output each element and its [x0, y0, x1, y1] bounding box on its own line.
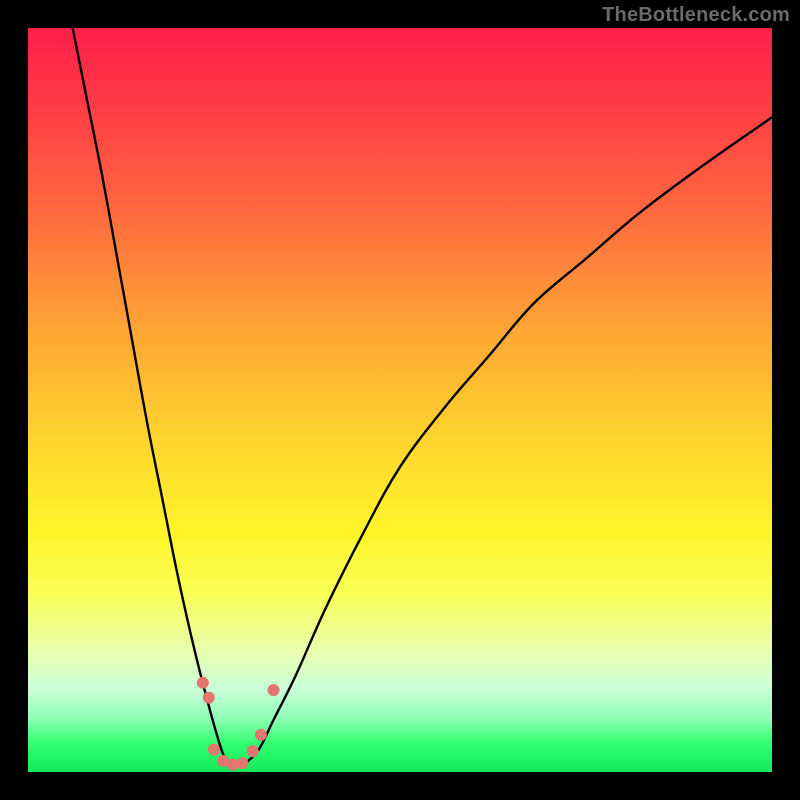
series-right-branch — [244, 117, 772, 764]
series-left-branch — [73, 28, 229, 765]
curve-markers — [197, 677, 280, 771]
marker-0 — [197, 677, 209, 689]
bottleneck-curve — [73, 28, 772, 765]
marker-7 — [255, 729, 267, 741]
marker-8 — [268, 684, 280, 696]
marker-1 — [203, 692, 215, 704]
marker-5 — [236, 757, 248, 769]
watermark-text: TheBottleneck.com — [602, 4, 790, 27]
plot-area — [28, 28, 772, 772]
curve-layer — [28, 28, 772, 772]
marker-2 — [208, 744, 220, 756]
marker-6 — [247, 745, 259, 757]
chart-frame: TheBottleneck.com — [0, 0, 800, 800]
